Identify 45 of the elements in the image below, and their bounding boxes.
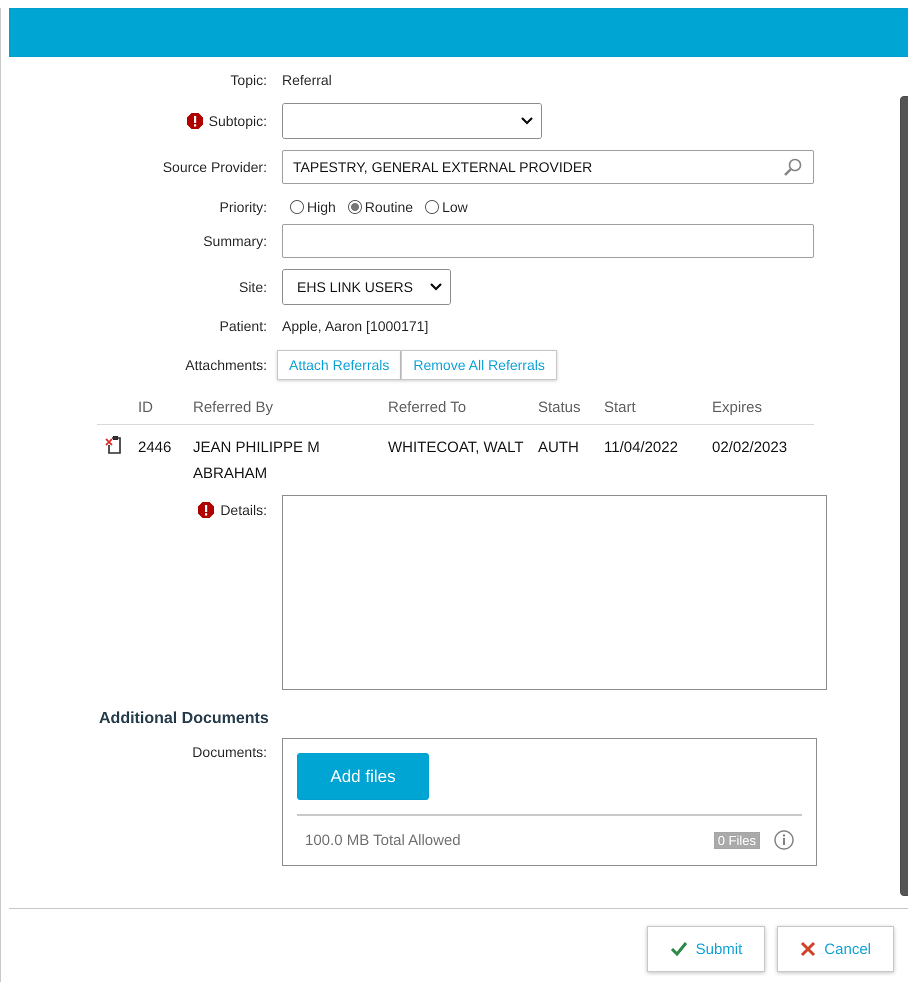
warning-icon — [197, 501, 216, 519]
scrollbar[interactable] — [900, 96, 908, 896]
info-icon[interactable] — [774, 830, 794, 850]
warning-icon — [186, 112, 204, 130]
size-limit: 100.0 MB Total Allowed — [305, 832, 461, 848]
table-cell-text: 11/04/2022 — [604, 438, 679, 458]
field-value: Apple, Aaron [1000171] — [282, 318, 430, 334]
column-header: Referred By — [193, 398, 274, 418]
section-heading: Additional Documents — [99, 710, 270, 728]
table-cell-text: JEAN PHILIPPE M ABRAHAM — [193, 438, 321, 484]
file-count: 0 Files — [714, 832, 760, 848]
column-header: Status — [538, 398, 582, 418]
field-label: Summary: — [203, 233, 267, 249]
field-label: Attachments: — [185, 357, 267, 373]
table-cell-text: 2446 — [138, 438, 172, 458]
select-field[interactable] — [282, 103, 542, 139]
field-label: Documents: — [192, 744, 267, 760]
field-label: Subtopic: — [186, 112, 267, 130]
table-cell-text: AUTH — [538, 438, 580, 458]
radio-option[interactable]: Routine — [348, 199, 414, 215]
column-header: Start — [604, 398, 637, 418]
close-icon — [800, 941, 816, 957]
details-field[interactable] — [282, 495, 827, 690]
caret-icon — [430, 283, 442, 291]
field-label: Patient: — [220, 318, 267, 334]
field-label: Source Provider: — [162, 159, 267, 175]
search-icon — [783, 157, 803, 177]
field-label: Site: — [238, 279, 267, 295]
column-header: ID — [138, 398, 154, 418]
field-label: Priority: — [220, 199, 267, 215]
column-header: Referred To — [388, 398, 468, 418]
caret-icon — [521, 117, 533, 125]
field-label: Topic: — [230, 72, 267, 88]
field-label: Details: — [197, 501, 267, 519]
table-cell-text: WHITECOAT, WALT — [388, 438, 525, 458]
table-cell-text: 02/02/2023 — [712, 438, 788, 458]
radio-option[interactable]: High — [290, 199, 336, 215]
lookup-field[interactable]: TAPESTRY, GENERAL EXTERNAL PROVIDER — [282, 150, 814, 184]
summary-field[interactable] — [282, 224, 814, 258]
field-value: Referral — [282, 72, 333, 88]
clipboard-remove-icon[interactable] — [105, 435, 123, 455]
column-header: Expires — [712, 398, 764, 418]
select-field[interactable]: EHS LINK USERS — [282, 269, 451, 305]
check-icon — [670, 941, 688, 957]
radio-option[interactable]: Low — [425, 199, 468, 215]
